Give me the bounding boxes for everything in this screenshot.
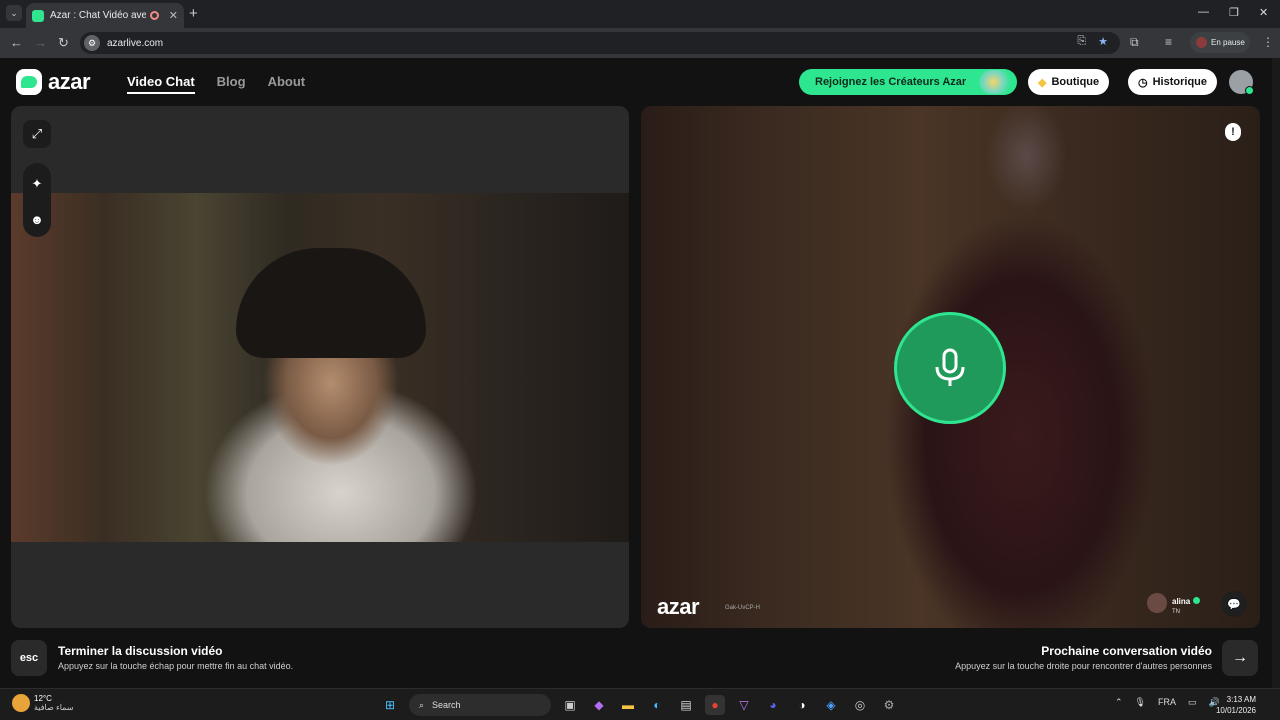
- end-chat-key[interactable]: esc: [11, 640, 47, 676]
- profile-status-label: En pause: [1211, 38, 1245, 47]
- history-button[interactable]: ◷ Historique: [1128, 69, 1218, 95]
- nav-video-chat[interactable]: Video Chat: [127, 74, 195, 94]
- media-control-icon[interactable]: ≡: [1165, 35, 1172, 49]
- tray-chevron-icon[interactable]: ⌃: [1115, 697, 1123, 708]
- clock-time: 3:13 AM: [1226, 695, 1256, 704]
- close-window-button[interactable]: ✕: [1259, 6, 1268, 19]
- store-icon[interactable]: ▤: [676, 695, 696, 715]
- reload-icon[interactable]: ↻: [58, 35, 69, 51]
- join-creators-button[interactable]: Rejoignez les Créateurs Azar: [799, 69, 1017, 95]
- end-chat-hint: Appuyez sur la touche échap pour mettre …: [58, 661, 294, 671]
- forward-icon[interactable]: →: [34, 35, 47, 50]
- report-shield-icon[interactable]: !: [1225, 123, 1241, 141]
- copilot-icon[interactable]: ◆: [589, 695, 609, 715]
- taskbar-clock[interactable]: 3:13 AM 10/01/2026: [1216, 694, 1256, 716]
- expand-icon[interactable]: ⤢: [23, 120, 51, 148]
- search-icon: ⌕: [419, 699, 425, 710]
- logo-text: azar: [48, 69, 91, 94]
- windows-taskbar: 12°C سماء صافية ⊞ ⌕ Search ▣ ◆ ▬ ◐ ▤ ● ▽ …: [0, 688, 1280, 720]
- azar-favicon-icon: [32, 9, 44, 22]
- next-chat-hint: Appuyez sur la touche droite pour rencon…: [955, 661, 1212, 671]
- partner-avatar: [1147, 593, 1167, 613]
- browser-tab[interactable]: Azar : Chat Vidéo avec de n ✕: [26, 3, 184, 28]
- end-chat-title: Terminer la discussion vidéo: [58, 644, 223, 658]
- microphone-button[interactable]: [894, 312, 1006, 424]
- url-field[interactable]: ⚙ azarlive.com ⎘ ★: [80, 32, 1120, 54]
- clock-date: 10/01/2026: [1215, 706, 1256, 715]
- minimize-button[interactable]: —: [1198, 6, 1209, 18]
- partner-name: alina: [1172, 597, 1191, 606]
- language-indicator[interactable]: FRA: [1158, 697, 1176, 708]
- weather-moon-icon: [12, 694, 30, 712]
- next-chat-button[interactable]: →: [1222, 640, 1258, 676]
- new-tab-button[interactable]: +: [189, 5, 198, 22]
- settings-gear-icon[interactable]: ⚙: [879, 695, 899, 715]
- browser-menu-icon[interactable]: ⋮: [1262, 35, 1274, 49]
- main-nav: Video Chat Blog About: [127, 74, 305, 94]
- recording-icon: [149, 11, 159, 20]
- restore-button[interactable]: ❐: [1229, 6, 1239, 19]
- session-code: Gak-UvCP-H: [725, 605, 761, 611]
- shop-button[interactable]: ◆ Boutique: [1028, 69, 1110, 95]
- face-filter-icon[interactable]: ☻: [23, 205, 51, 233]
- creators-illustration-icon: [979, 70, 1015, 94]
- nav-about[interactable]: About: [268, 74, 306, 94]
- azar-logo-icon: [16, 69, 42, 95]
- tab-title: Azar : Chat Vidéo avec de n: [50, 10, 146, 21]
- profile-paused-chip[interactable]: En pause: [1190, 32, 1250, 53]
- nav-blog[interactable]: Blog: [217, 74, 246, 94]
- site-info-icon[interactable]: ⚙: [84, 35, 100, 51]
- chrome-icon[interactable]: ●: [705, 695, 725, 715]
- obs-icon[interactable]: ◑: [792, 695, 812, 715]
- join-creators-label: Rejoignez les Créateurs Azar: [815, 76, 967, 88]
- taskbar-apps: ⊞ ⌕ Search ▣ ◆ ▬ ◐ ▤ ● ▽ ◕ ◑ ◈ ◎ ⚙: [380, 694, 899, 716]
- local-video-panel: ⤢ ✦ ☻: [11, 106, 629, 628]
- edge-icon[interactable]: ◐: [647, 695, 667, 715]
- system-tray: ⌃ 🎙 FRA ▭ 🔊: [1115, 697, 1220, 708]
- network-icon[interactable]: ▭: [1188, 697, 1197, 708]
- back-icon[interactable]: ←: [10, 35, 23, 50]
- partner-info[interactable]: alina TN: [1147, 590, 1201, 616]
- vegas-icon[interactable]: ▽: [734, 695, 754, 715]
- weather-desc: سماء صافية: [34, 703, 74, 712]
- tab-search-button[interactable]: ⌄: [6, 5, 22, 21]
- extensions-icon[interactable]: ⧉: [1130, 35, 1139, 50]
- close-tab-icon[interactable]: ✕: [169, 9, 178, 22]
- profile-avatar: [1196, 37, 1207, 48]
- cast-icon[interactable]: ⎘: [1077, 35, 1086, 48]
- history-label: Historique: [1152, 76, 1208, 88]
- next-chat-title: Prochaine conversation vidéo: [1041, 644, 1212, 658]
- start-icon[interactable]: ⊞: [380, 695, 400, 715]
- azar-logo[interactable]: azar: [16, 69, 91, 95]
- task-view-icon[interactable]: ▣: [560, 695, 580, 715]
- camera-subject: [236, 248, 426, 358]
- partner-country: TN: [1172, 609, 1180, 615]
- azar-site: azar Video Chat Blog About Rejoignez les…: [0, 58, 1280, 688]
- weather-widget[interactable]: 12°C سماء صافية: [12, 694, 74, 712]
- shop-label: Boutique: [1051, 76, 1100, 88]
- weather-temp: 12°C: [34, 694, 52, 703]
- address-bar-row: ← → ↻ ⚙ azarlive.com ⎘ ★ ⧉ ≡ En pause ⋮: [0, 28, 1280, 58]
- user-profile-icon[interactable]: [1229, 70, 1254, 95]
- search-label: Search: [432, 700, 461, 710]
- gem-icon: ◆: [1038, 76, 1047, 89]
- page-scrollbar[interactable]: [1272, 58, 1280, 688]
- clock-icon: ◷: [1138, 76, 1148, 89]
- bookmark-star-icon[interactable]: ★: [1098, 35, 1108, 48]
- remote-video-panel: ! azar Gak-UvCP-H alina TN 💬: [641, 106, 1260, 628]
- online-status-icon: [1193, 597, 1201, 604]
- app-icon[interactable]: ◈: [821, 695, 841, 715]
- local-camera-feed: [11, 193, 629, 542]
- azar-watermark: azar: [657, 594, 700, 619]
- mic-tray-icon[interactable]: 🎙: [1135, 697, 1146, 708]
- sparkle-effects-icon[interactable]: ✦: [23, 170, 51, 198]
- url-text: azarlive.com: [107, 37, 164, 49]
- chat-bubble-icon[interactable]: 💬: [1221, 591, 1247, 617]
- steam-icon[interactable]: ◎: [850, 695, 870, 715]
- discord-icon[interactable]: ◕: [763, 695, 783, 715]
- file-explorer-icon[interactable]: ▬: [618, 695, 638, 715]
- taskbar-search[interactable]: ⌕ Search: [409, 694, 551, 716]
- browser-tab-bar: ⌄ Azar : Chat Vidéo avec de n ✕ + — ❐ ✕: [0, 0, 1280, 28]
- microphone-icon: [935, 348, 965, 386]
